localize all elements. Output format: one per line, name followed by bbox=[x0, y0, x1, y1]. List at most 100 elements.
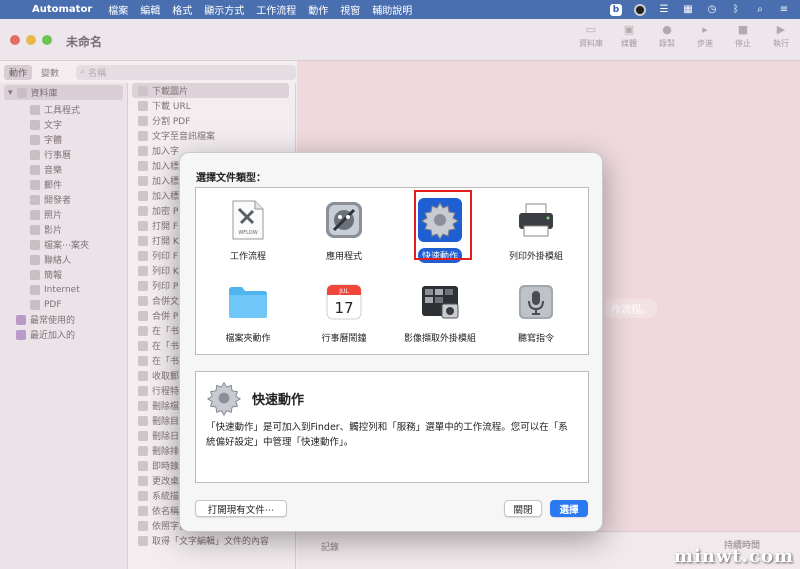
action-label: 取得「文字編輯」文件的內容 bbox=[152, 537, 270, 547]
run-button[interactable]: ▶ 執行 bbox=[766, 23, 796, 49]
printer-icon bbox=[514, 198, 558, 242]
action-label: 加入標 bbox=[152, 192, 180, 202]
close-button[interactable]: 關閉 bbox=[504, 500, 542, 517]
media-button[interactable]: ▣ 媒體 bbox=[614, 23, 644, 49]
action-icon bbox=[138, 355, 148, 366]
menu-file[interactable]: 檔案 bbox=[102, 2, 134, 17]
library-item[interactable]: 工具程式 bbox=[0, 102, 127, 117]
menu-app-automator[interactable]: Automator bbox=[26, 4, 102, 15]
smart-group-recently-added[interactable]: 最近加入的 bbox=[0, 327, 127, 342]
library-button[interactable]: ▭ 資料庫 bbox=[576, 23, 606, 49]
library-item[interactable]: 開發者 bbox=[0, 192, 127, 207]
menu-window[interactable]: 視窗 bbox=[334, 2, 366, 17]
library-root[interactable]: ▾ 資料庫 bbox=[4, 85, 123, 100]
close-window-button[interactable] bbox=[10, 35, 20, 45]
stop-button[interactable]: ■ 停止 bbox=[728, 23, 758, 49]
folder-icon bbox=[226, 280, 270, 324]
minimize-window-button[interactable] bbox=[26, 35, 36, 45]
type-application[interactable]: 應用程式 bbox=[296, 192, 392, 268]
action-icon bbox=[138, 460, 148, 471]
type-calendar-alarm[interactable]: JUL 17 行事曆鬧鐘 bbox=[296, 274, 392, 350]
run-icon: ▶ bbox=[776, 22, 786, 36]
action-label: 列印 K bbox=[152, 267, 179, 277]
workflow-hint: 作流程。 bbox=[605, 299, 657, 318]
action-item[interactable]: 文字至音訊檔案 bbox=[128, 128, 295, 143]
record-tray-icon[interactable] bbox=[634, 3, 646, 16]
gear-icon bbox=[206, 381, 242, 416]
choose-button[interactable]: 選擇 bbox=[550, 500, 588, 517]
library-item[interactable]: 郵件 bbox=[0, 177, 127, 192]
library-item[interactable]: 聯絡人 bbox=[0, 252, 127, 267]
calendar-day: 17 bbox=[334, 299, 353, 317]
menu-bar: Automator 檔案 編輯 格式 顯示方式 工作流程 動作 視窗 輔助說明 … bbox=[0, 0, 800, 19]
type-workflow[interactable]: WFLOW 工作流程 bbox=[200, 192, 296, 268]
action-icon bbox=[138, 130, 148, 141]
action-label: 刪除目 bbox=[152, 417, 180, 427]
action-label: 加入標 bbox=[152, 162, 180, 172]
highlight-box bbox=[414, 190, 472, 260]
menu-workflow[interactable]: 工作流程 bbox=[250, 2, 302, 17]
smart-group-most-used[interactable]: 最常使用的 bbox=[0, 312, 127, 327]
menu-edit[interactable]: 編輯 bbox=[134, 2, 166, 17]
action-icon bbox=[138, 115, 148, 126]
action-label: 加密 P bbox=[152, 207, 179, 217]
action-label: 下載 URL bbox=[152, 102, 191, 112]
library-item[interactable]: 行事曆 bbox=[0, 147, 127, 162]
menu-format[interactable]: 格式 bbox=[166, 2, 198, 17]
action-item[interactable]: 取得「文字編輯」文件的內容 bbox=[128, 533, 295, 548]
grid-tray-icon[interactable]: ▦ bbox=[682, 4, 694, 16]
spotlight-icon[interactable]: ⌕ bbox=[754, 4, 766, 16]
menu-action[interactable]: 動作 bbox=[302, 2, 334, 17]
fonts-icon bbox=[30, 134, 40, 145]
type-print-plugin[interactable]: 列印外掛模組 bbox=[488, 192, 584, 268]
library-icon bbox=[16, 87, 27, 98]
lines-tray-icon[interactable]: ☰ bbox=[658, 4, 670, 16]
library-item[interactable]: 檔案⋯案夾 bbox=[0, 237, 127, 252]
type-dictation-command[interactable]: 聽寫指令 bbox=[488, 274, 584, 350]
smart-folder-icon bbox=[16, 329, 26, 340]
action-item[interactable]: 下載 URL bbox=[128, 98, 295, 113]
bluetooth-icon[interactable]: ᛒ bbox=[730, 4, 742, 16]
watermark: minwt.com bbox=[673, 546, 794, 567]
action-label: 刪除排 bbox=[152, 447, 180, 457]
type-image-capture-plugin[interactable]: 影像擷取外掛模組 bbox=[392, 274, 488, 350]
action-icon bbox=[138, 265, 148, 276]
open-existing-document-button[interactable]: 打開現有文件⋯ bbox=[195, 500, 287, 517]
app-tray-icon[interactable]: b bbox=[610, 3, 622, 16]
library-item[interactable]: Internet bbox=[0, 282, 127, 297]
search-input[interactable]: ⌕ 名稱 bbox=[76, 64, 296, 80]
stop-icon: ■ bbox=[737, 22, 749, 36]
zoom-window-button[interactable] bbox=[42, 35, 52, 45]
type-label: 應用程式 bbox=[325, 252, 362, 262]
movies-icon bbox=[30, 224, 40, 235]
action-icon bbox=[138, 430, 148, 441]
menu-view[interactable]: 顯示方式 bbox=[198, 2, 250, 17]
type-folder-action[interactable]: 檔案夾動作 bbox=[200, 274, 296, 350]
library-item[interactable]: 影片 bbox=[0, 222, 127, 237]
action-label: 加入標 bbox=[152, 177, 180, 187]
library-item[interactable]: PDF bbox=[0, 297, 127, 312]
library-item[interactable]: 簡報 bbox=[0, 267, 127, 282]
library-item[interactable]: 照片 bbox=[0, 207, 127, 222]
type-label: 行事曆鬧鐘 bbox=[321, 334, 367, 344]
utilities-icon bbox=[30, 104, 40, 115]
action-label: 刪除日 bbox=[152, 432, 180, 442]
control-center-icon[interactable]: ≡ bbox=[778, 4, 790, 16]
library-item[interactable]: 文字 bbox=[0, 117, 127, 132]
step-button[interactable]: ▸ 步進 bbox=[690, 23, 720, 49]
tab-actions[interactable]: 動作 bbox=[4, 64, 33, 80]
description-header: 快速動作 bbox=[206, 380, 304, 416]
library-item[interactable]: 音樂 bbox=[0, 162, 127, 177]
application-robot-icon bbox=[322, 198, 366, 242]
library-item[interactable]: 字體 bbox=[0, 132, 127, 147]
record-button[interactable]: ● 錄製 bbox=[652, 23, 682, 49]
tab-variables[interactable]: 變數 bbox=[36, 65, 64, 80]
clock-tray-icon[interactable]: ◷ bbox=[706, 4, 718, 16]
disclosure-icon: ▾ bbox=[8, 87, 13, 98]
action-icon bbox=[138, 100, 148, 111]
document-type-grid: WFLOW 工作流程 應用程式 快速動作 列印外掛模組 檔案夾動作 JUL 17… bbox=[195, 187, 589, 355]
action-item[interactable]: 分割 PDF bbox=[128, 113, 295, 128]
menu-help[interactable]: 輔助說明 bbox=[366, 2, 418, 17]
record-icon: ● bbox=[662, 22, 672, 36]
action-item[interactable]: 下載圖片 bbox=[132, 83, 289, 98]
